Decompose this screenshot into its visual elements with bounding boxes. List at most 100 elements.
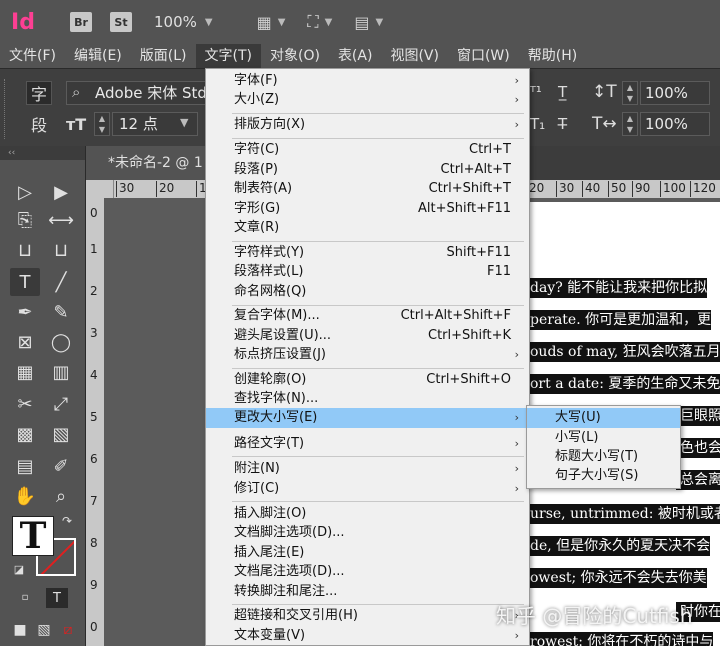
formatting-container-icon[interactable]: ▫ [16,588,34,606]
text-line[interactable]: de, 但是你永久的夏天决不会 [526,536,711,556]
screen-mode-icon[interactable]: ⛶ [307,12,318,32]
menu-item-text-variables[interactable]: 文本变量(V) › [206,626,529,646]
vertical-ruler[interactable]: 0 1 2 3 4 5 6 7 8 9 0 [86,198,104,646]
stock-button[interactable]: St [110,12,132,32]
apply-color-icon[interactable]: ■ [10,620,30,640]
menu-file[interactable]: 文件(F) [0,44,65,68]
direct-selection-tool-icon[interactable]: ▶ [46,178,76,206]
menu-help[interactable]: 帮助(H) [519,44,586,68]
content-placer-icon[interactable]: ⊔ [46,236,76,264]
text-line[interactable]: ort a date: 夏季的生命又未免 [526,374,720,394]
paragraph-mode-button[interactable]: 段 [26,112,52,136]
gradient-feather-tool-icon[interactable]: ▧ [46,420,76,448]
gap-tool-icon[interactable]: ⟷ [46,206,76,234]
menu-item-composite-fonts[interactable]: 复合字体(M)... Ctrl+Alt+Shift+F [206,306,529,326]
text-line[interactable]: owest; 你永远不会失去你美 [526,568,707,588]
bridge-button[interactable]: Br [70,12,92,32]
menu-item-footnote-options[interactable]: 文档脚注选项(D)... [206,523,529,543]
text-line[interactable]: ouds of may, 狂风会吹落五月 [526,342,720,362]
swap-fill-stroke-icon[interactable]: ↷ [58,512,76,530]
ruler-origin[interactable] [86,180,114,198]
menu-type[interactable]: 文字(T) [195,44,261,68]
menu-item-character[interactable]: 字符(C) Ctrl+T [206,140,529,160]
pencil-tool-icon[interactable]: ✎ [46,298,76,326]
menu-layout[interactable]: 版面(L) [131,44,196,68]
underline-icon[interactable]: T̲ [558,83,567,101]
menu-table[interactable]: 表(A) [329,44,382,68]
zoom-tool-icon[interactable]: ⌕ [46,482,76,510]
hand-tool-icon[interactable]: ✋ [10,482,40,510]
menu-item-hyperlinks[interactable]: 超链接和交叉引用(H) › [206,606,529,626]
text-line[interactable]: 总会离 [676,470,720,490]
free-transform-tool-icon[interactable]: ⤢ [46,390,76,418]
text-line[interactable]: 巨眼照 [676,406,720,426]
subscript-icon[interactable]: T₁ [530,115,545,133]
font-size-stepper[interactable]: ▲ ▼ [94,112,110,136]
menu-item-change-case[interactable]: 更改大小写(E) › [206,408,529,428]
menu-item-title-case[interactable]: 标题大小写(T) [527,447,680,467]
text-line[interactable]: perate. 你可是更加温和，更 [526,310,712,330]
horizontal-scale-stepper[interactable]: ▲ ▼ [622,112,638,136]
menu-item-orientation[interactable]: 排版方向(X) › [206,115,529,135]
menu-item-lowercase[interactable]: 小写(L) [527,428,680,448]
strikethrough-icon[interactable]: T̶ [558,115,567,133]
menu-item-notes[interactable]: 附注(N) › [206,459,529,479]
menu-edit[interactable]: 编辑(E) [65,44,131,68]
superscript-icon[interactable]: ᵀ¹ [530,83,542,101]
chevron-down-icon[interactable]: ▼ [325,17,333,28]
chevron-down-icon[interactable]: ▼ [180,116,188,129]
selection-tool-icon[interactable]: ▷ [10,178,40,206]
menu-item-insert-endnote[interactable]: 插入尾注(E) [206,543,529,563]
chevron-down-icon[interactable]: ▼ [375,17,383,28]
menu-item-size[interactable]: 大小(Z) › [206,90,529,110]
zoom-level[interactable]: 100% [154,13,197,31]
menu-item-find-font[interactable]: 查找字体(N)... [206,389,529,409]
arrange-docs-icon[interactable]: ▤ [354,13,369,32]
default-fill-stroke-icon[interactable]: ◪ [10,560,28,578]
vertical-scale-stepper[interactable]: ▲ ▼ [622,81,638,105]
scissors-tool-icon[interactable]: ✂ [10,390,40,418]
menu-item-named-grids[interactable]: 命名网格(Q) [206,282,529,302]
formatting-text-icon[interactable]: T [46,588,68,608]
menu-item-insert-footnote[interactable]: 插入脚注(O) [206,504,529,524]
rectangle-frame-tool-icon[interactable]: ⊠ [10,328,40,356]
menu-item-type-on-path[interactable]: 路径文字(T) › [206,434,529,454]
pen-tool-icon[interactable]: ✒ [10,298,40,326]
text-line[interactable]: 色也会 [676,438,720,458]
menu-item-sentence-case[interactable]: 句子大小写(S) [527,466,680,486]
menu-item-tabs[interactable]: 制表符(A) Ctrl+Shift+T [206,179,529,199]
menu-view[interactable]: 视图(V) [381,44,448,68]
fill-swatch-text-icon[interactable]: T [12,515,54,557]
chevron-down-icon[interactable]: ▼ [278,17,286,28]
apply-gradient-icon[interactable]: ▧ [34,620,54,640]
text-line[interactable]: day? 能不能让我来把你比拟 [526,278,708,298]
chevron-down-icon[interactable]: ▼ [205,17,213,28]
character-mode-button[interactable]: 字 [26,81,52,105]
ellipse-tool-icon[interactable]: ◯ [46,328,76,356]
menu-item-paragraph[interactable]: 段落(P) Ctrl+Alt+T [206,160,529,180]
menu-item-track-changes[interactable]: 修订(C) › [206,479,529,499]
document-tab[interactable]: *未命名-2 @ 1 [86,146,206,180]
table-tool-icon[interactable]: ▦ [10,358,40,386]
content-collector-icon[interactable]: ⊔ [10,236,40,264]
menu-item-story[interactable]: 文章(R) [206,218,529,238]
line-tool-icon[interactable]: ╱ [46,268,76,296]
menu-item-character-styles[interactable]: 字符样式(Y) Shift+F11 [206,243,529,263]
menu-item-font[interactable]: 字体(F) › [206,71,529,91]
gradient-swatch-tool-icon[interactable]: ▩ [10,420,40,448]
menu-item-create-outlines[interactable]: 创建轮廓(O) Ctrl+Shift+O [206,370,529,390]
grid-tool-icon[interactable]: ▥ [46,358,76,386]
type-tool-icon[interactable]: T [10,268,40,296]
font-family-field[interactable]: Adobe 宋体 Std [66,81,208,105]
text-line[interactable]: rowest: 你将在不朽的诗中与 [526,632,714,646]
collapse-panel-icon[interactable]: ‹‹ [0,146,85,160]
menu-window[interactable]: 窗口(W) [448,44,519,68]
menu-item-kinsoku[interactable]: 避头尾设置(U)... Ctrl+Shift+K [206,326,529,346]
menu-item-endnote-options[interactable]: 文档尾注选项(D)... [206,562,529,582]
frame-edge-icon[interactable]: ▦ [257,13,272,32]
menu-item-glyphs[interactable]: 字形(G) Alt+Shift+F11 [206,199,529,219]
menu-item-paragraph-styles[interactable]: 段落样式(L) F11 [206,262,529,282]
page-tool-icon[interactable]: ⎘ [10,206,40,234]
panel-grip[interactable] [4,79,10,139]
horizontal-scale-field[interactable]: 100% [640,112,710,136]
